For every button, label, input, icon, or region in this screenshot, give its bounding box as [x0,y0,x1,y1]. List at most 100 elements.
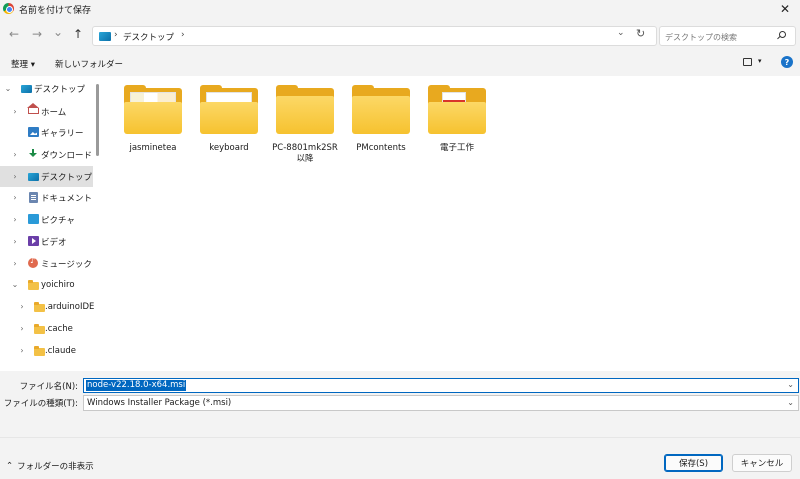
command-bar: 整理 ▾ 新しいフォルダー [0,52,800,74]
window-title: 名前を付けて保存 [19,6,92,16]
sidebar-item-label: .arduinoIDE [45,301,95,312]
folder-name: PMcontents [356,143,406,153]
chevron-down-icon[interactable]: ⌄ [11,280,19,289]
chevron-right-icon[interactable]: › [11,237,19,246]
sidebar-item-claude[interactable]: › .claude [0,340,93,361]
recent-locations-chevron-icon[interactable]: ⌄ [51,25,65,39]
chevron-down-icon[interactable]: ⌄ [4,84,12,93]
filetype-value: Windows Installer Package (*.msi) [87,398,232,408]
filetype-select[interactable]: Windows Installer Package (*.msi) ⌄ [83,395,799,411]
sidebar-item-videos[interactable]: › ビデオ [0,231,93,252]
sidebar-item-yoichiro[interactable]: ⌄ yoichiro [0,274,93,295]
sidebar-scrollbar[interactable] [96,84,99,156]
sidebar-item-home[interactable]: › ホーム [0,101,93,122]
sidebar-item-label: デスクトップ [34,84,86,95]
folder-item[interactable]: jasminetea [120,85,186,174]
sidebar-item-gallery[interactable]: ギャラリー [0,122,93,143]
chevron-right-icon[interactable]: › [18,302,26,311]
file-list[interactable]: jasminetea keyboard PC-8801mk2SR 以降 PMco… [104,76,800,371]
back-arrow-icon[interactable]: ← [7,27,21,41]
sidebar-item-cache[interactable]: › .cache [0,318,93,339]
folder-icon [34,302,45,312]
filename-selected-text[interactable]: node-v22.18.0-x64.msi [86,380,187,391]
sidebar-item-label: .claude [45,345,76,356]
forward-arrow-icon[interactable]: → [30,27,44,41]
sidebar-item-pictures[interactable]: › ピクチャ [0,209,93,230]
folder-icon [34,346,45,356]
filetype-label: ファイルの種類(T): [3,399,78,409]
folder-name: jasminetea [129,143,177,153]
new-folder-button[interactable]: 新しいフォルダー [55,58,123,70]
folder-icon [200,85,258,134]
close-button[interactable]: ✕ [770,0,800,18]
navigation-pane[interactable]: ⌄ デスクトップ › ホーム ギャラリー › ダウンロード › デスクトップ ›… [0,76,104,371]
sidebar-item-label: デスクトップ [41,172,93,183]
chevron-right-icon[interactable]: › [181,30,185,40]
sidebar-item-label: ビデオ [41,237,67,248]
chrome-icon [3,3,14,14]
chevron-right-icon: › [114,30,118,40]
filename-label: ファイル名(N): [19,382,78,392]
folder-item[interactable]: PC-8801mk2SR 以降 [272,85,338,174]
sidebar-item-label: ギャラリー [41,128,84,139]
chevron-right-icon[interactable]: › [11,215,19,224]
sidebar-item-label: ホーム [41,107,67,118]
address-location[interactable]: デスクトップ [123,31,174,43]
desktop-icon [28,173,39,181]
desktop-icon [21,85,32,93]
view-options-icon[interactable] [743,58,752,66]
folder-icon [352,85,410,134]
folder-icon [34,324,45,334]
filename-dropdown-icon[interactable]: ⌄ [787,380,794,389]
view-dropdown-icon[interactable]: ▾ [758,57,762,65]
cancel-button[interactable]: キャンセル [732,454,792,472]
folder-name: PC-8801mk2SR 以降 [272,143,338,164]
address-dropdown-icon[interactable]: ⌄ [617,28,625,38]
folder-icon [276,85,334,134]
help-icon[interactable]: ? [781,56,793,68]
folder-item[interactable]: PMcontents [348,85,414,174]
folder-icon [28,280,39,290]
save-form: ファイル名(N): ⌄ node-v22.18.0-x64.msi ファイルの種… [0,371,800,437]
sidebar-item-label: yoichiro [41,279,75,290]
save-button[interactable]: 保存(S) [664,454,723,472]
home-icon [27,103,39,114]
chevron-right-icon[interactable]: › [11,150,19,159]
sidebar-item-desktop[interactable]: › デスクトップ [0,166,93,187]
filetype-dropdown-icon[interactable]: ⌄ [787,398,794,407]
chevron-right-icon[interactable]: › [11,259,19,268]
folder-name: keyboard [209,143,249,153]
sidebar-item-desktop-root[interactable]: ⌄ デスクトップ [0,78,93,99]
up-arrow-icon[interactable]: ↑ [71,27,85,41]
download-icon [28,149,38,159]
folder-item[interactable]: keyboard [196,85,262,174]
refresh-icon[interactable]: ↻ [636,27,645,40]
folder-item[interactable]: 電子工作 [424,85,490,174]
pictures-icon [28,214,39,224]
sidebar-item-label: ミュージック [41,259,92,270]
sidebar-item-label: .cache [45,323,73,334]
chevron-right-icon[interactable]: › [11,172,19,181]
organize-button[interactable]: 整理 ▾ [11,58,35,70]
chevron-right-icon[interactable]: › [11,193,19,202]
search-icon[interactable] [779,31,786,38]
dialog-footer: ⌃ フォルダーの非表示 保存(S) キャンセル [0,437,800,479]
chevron-right-icon[interactable]: › [18,346,26,355]
gallery-icon [28,127,39,137]
sidebar-item-documents[interactable]: › ドキュメント [0,187,93,208]
address-bar[interactable]: › デスクトップ › [92,26,657,46]
sidebar-item-arduinoide[interactable]: › .arduinoIDE [0,296,95,317]
desktop-icon [99,32,111,41]
filename-input[interactable]: ⌄ [83,378,799,393]
search-input[interactable]: デスクトップの検索 [659,26,796,46]
chevron-right-icon[interactable]: › [11,107,19,116]
chevron-right-icon[interactable]: › [18,324,26,333]
sidebar-item-music[interactable]: › ミュージック [0,253,93,274]
sidebar-item-label: ドキュメント [41,193,93,204]
hide-folders-button[interactable]: ⌃ フォルダーの非表示 [6,460,94,472]
sidebar-item-downloads[interactable]: › ダウンロード [0,144,93,165]
folder-name: 電子工作 [439,143,474,153]
folder-icon [124,85,182,134]
sidebar-item-label: ピクチャ [41,215,75,226]
music-icon [28,256,38,268]
